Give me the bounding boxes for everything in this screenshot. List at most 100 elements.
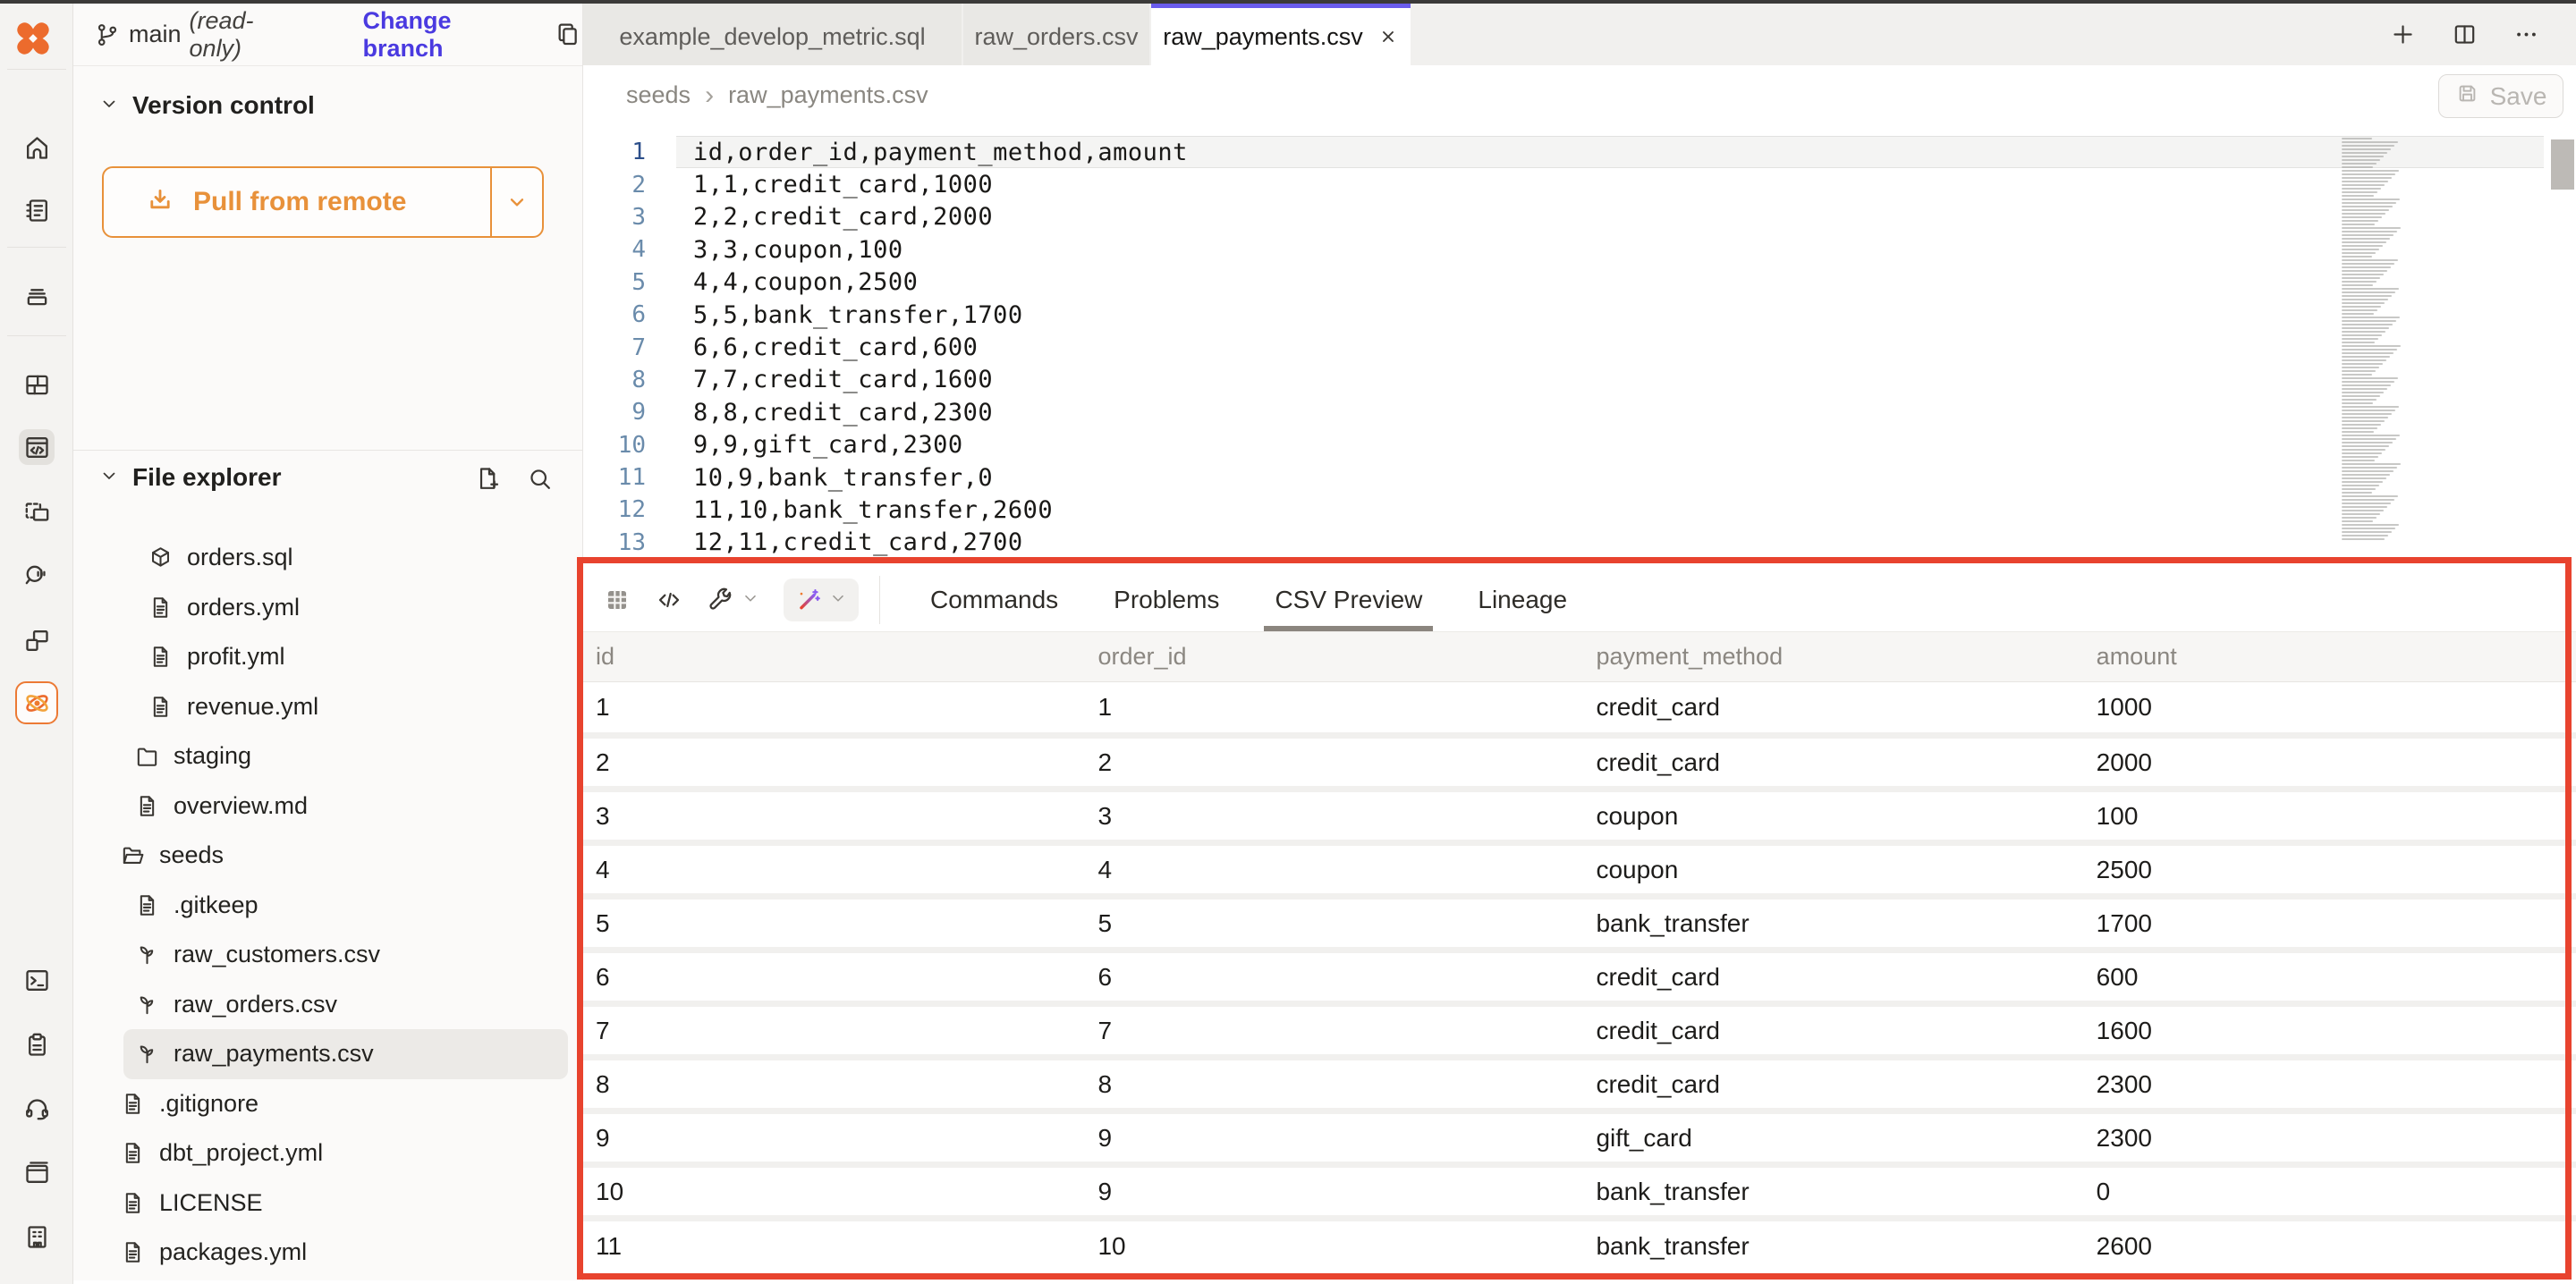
split-icon[interactable]: [2451, 21, 2479, 48]
file-item-label: overview.md: [174, 792, 308, 820]
table-row[interactable]: 88credit_card2300: [583, 1058, 2576, 1111]
minimap-line: [2342, 463, 2401, 465]
table-row[interactable]: 55bank_transfer1700: [583, 897, 2576, 950]
code-line-1[interactable]: 1id,order_id,payment_method,amount: [583, 136, 2576, 168]
save-button[interactable]: Save: [2438, 74, 2563, 118]
tab-raw_orders.csv[interactable]: raw_orders.csv: [963, 4, 1149, 65]
chevron-down-icon[interactable]: [741, 588, 760, 612]
table-cell: 11: [583, 1219, 1085, 1272]
code-line-6[interactable]: 65,5,bank_transfer,1700: [583, 299, 2576, 331]
table-row[interactable]: 77credit_card1600: [583, 1004, 2576, 1058]
file-item-orders.yml[interactable]: orders.yml: [73, 583, 582, 633]
minimap-line: [2342, 503, 2391, 504]
table-row[interactable]: 99gift_card2300: [583, 1111, 2576, 1165]
minimap-line: [2342, 313, 2374, 315]
minimap-line: [2342, 427, 2377, 429]
file-item-overview.md[interactable]: overview.md: [73, 781, 582, 832]
rail-windows-icon[interactable]: [19, 622, 55, 658]
rail-home-icon[interactable]: [19, 130, 55, 165]
version-control-header[interactable]: Version control: [98, 91, 315, 120]
ellipsis-icon[interactable]: [2512, 21, 2540, 48]
panel-tab-Commands[interactable]: Commands: [930, 569, 1058, 631]
table-icon[interactable]: [603, 586, 631, 614]
pull-options-dropdown[interactable]: [490, 168, 542, 236]
file-item-staging[interactable]: staging: [73, 731, 582, 781]
table-row[interactable]: 22credit_card2000: [583, 736, 2576, 790]
tab-raw_payments.csv[interactable]: raw_payments.csv: [1151, 4, 1411, 65]
code-icon[interactable]: [655, 586, 683, 614]
plus-icon[interactable]: [2389, 21, 2417, 48]
code-line-10[interactable]: 109,9,gift_card,2300: [583, 429, 2576, 461]
file-item-.gitignore[interactable]: .gitignore: [73, 1079, 582, 1129]
panel-tab-CSV Preview[interactable]: CSV Preview: [1275, 569, 1422, 631]
file-item-dbt_project.yml[interactable]: dbt_project.yml: [73, 1128, 582, 1178]
rail-canvas-icon[interactable]: [19, 494, 55, 529]
table-cell: 2: [583, 736, 1085, 790]
file-item-raw_payments.csv[interactable]: raw_payments.csv: [123, 1029, 568, 1079]
table-row[interactable]: 1110bank_transfer2600: [583, 1219, 2576, 1272]
pull-from-remote-button[interactable]: Pull from remote: [102, 166, 544, 238]
file-item-orders.sql[interactable]: orders.sql: [73, 533, 582, 583]
minimap-line: [2342, 284, 2373, 286]
copy-icon[interactable]: [554, 21, 582, 49]
breadcrumb-folder[interactable]: seeds: [626, 81, 691, 109]
table-row[interactable]: 44coupon2500: [583, 843, 2576, 897]
rail-organization-icon[interactable]: [19, 1219, 55, 1254]
code-line-9[interactable]: 98,8,credit_card,2300: [583, 396, 2576, 428]
file-item-packages.yml[interactable]: packages.yml: [73, 1228, 582, 1278]
rail-copilot-atom-icon[interactable]: [15, 681, 58, 724]
code-line-8[interactable]: 87,7,credit_card,1600: [583, 364, 2576, 396]
code-line-3[interactable]: 32,2,credit_card,2000: [583, 201, 2576, 233]
file-item-label: raw_orders.csv: [174, 991, 337, 1018]
pull-from-remote-main[interactable]: Pull from remote: [104, 168, 490, 236]
table-row[interactable]: 11credit_card1000: [583, 682, 2576, 736]
wrench-icon[interactable]: [707, 586, 760, 614]
panel-tab-Lineage[interactable]: Lineage: [1478, 569, 1567, 631]
file-explorer-header[interactable]: File explorer: [98, 463, 282, 492]
code-line-7[interactable]: 76,6,credit_card,600: [583, 331, 2576, 363]
chevron-down-icon[interactable]: [828, 588, 848, 612]
file-item-.gitkeep[interactable]: .gitkeep: [73, 881, 582, 931]
file-item-revenue.yml[interactable]: revenue.yml: [73, 682, 582, 732]
file-item-raw_customers.csv[interactable]: raw_customers.csv: [73, 930, 582, 980]
panel-tab-Problems[interactable]: Problems: [1114, 569, 1219, 631]
new-file-icon[interactable]: [473, 465, 501, 493]
rail-stack-icon[interactable]: [19, 277, 55, 313]
code-line-4[interactable]: 43,3,coupon,100: [583, 233, 2576, 266]
rail-headset-icon[interactable]: [19, 1090, 55, 1126]
code-editor[interactable]: 1id,order_id,payment_method,amount21,1,c…: [583, 125, 2576, 569]
rail-code-editor-icon[interactable]: [19, 429, 55, 465]
tab-example_develop_metric.sql[interactable]: example_develop_metric.sql: [583, 4, 962, 65]
file-item-seeds[interactable]: seeds: [73, 831, 582, 881]
table-cell: 5: [583, 897, 1085, 950]
search-icon[interactable]: [526, 465, 554, 493]
code-line-12[interactable]: 1211,10,bank_transfer,2600: [583, 494, 2576, 526]
file-item-LICENSE[interactable]: LICENSE: [73, 1178, 582, 1229]
csv-preview-table: idorder_idpayment_methodamount 11credit_…: [583, 631, 2576, 1272]
change-branch-link[interactable]: Change branch: [362, 7, 527, 63]
rail-dashboard-icon[interactable]: [19, 367, 55, 402]
file-item-raw_orders.csv[interactable]: raw_orders.csv: [73, 980, 582, 1030]
rail-clipboard-icon[interactable]: [19, 1026, 55, 1062]
code-line-2[interactable]: 21,1,credit_card,1000: [583, 168, 2576, 200]
close-icon[interactable]: [1377, 26, 1399, 47]
code-line-5[interactable]: 54,4,coupon,2500: [583, 266, 2576, 299]
rail-notebook-icon[interactable]: [19, 192, 55, 228]
wand-icon[interactable]: [784, 579, 859, 621]
rail-browser-icon[interactable]: [19, 1154, 55, 1190]
table-row[interactable]: 33coupon100: [583, 790, 2576, 843]
minimap-line: [2342, 202, 2396, 204]
code-line-13[interactable]: 1312,11,credit_card,2700: [583, 527, 2576, 559]
file-item-profit.yml[interactable]: profit.yml: [73, 632, 582, 682]
table-row[interactable]: 109bank_transfer0: [583, 1165, 2576, 1219]
dbt-logo-icon: [13, 18, 54, 59]
rail-query-search-icon[interactable]: [19, 556, 55, 592]
table-row[interactable]: 66credit_card600: [583, 950, 2576, 1004]
editor-minimap[interactable]: [2342, 138, 2404, 542]
code-line-11[interactable]: 1110,9,bank_transfer,0: [583, 461, 2576, 494]
rail-terminal-icon[interactable]: [19, 962, 55, 998]
line-text: 10,9,bank_transfer,0: [693, 464, 993, 492]
editor-scrollbar[interactable]: [2551, 139, 2574, 190]
minimap-line: [2342, 295, 2392, 297]
minimap-line: [2342, 266, 2391, 268]
